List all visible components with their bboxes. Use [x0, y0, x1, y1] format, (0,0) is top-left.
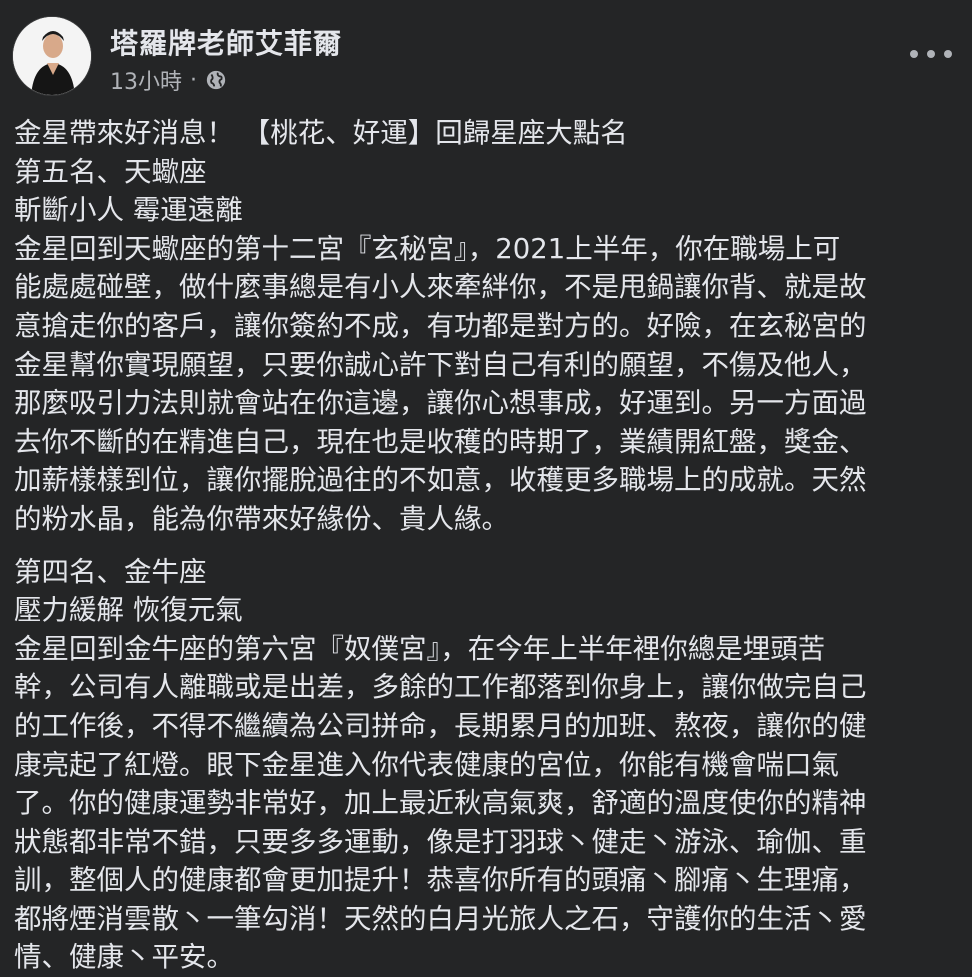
text-line: 了。你的健康運勢非常好，加上最近秋高氣爽，舒適的溫度使你的精神	[14, 787, 867, 820]
post-header: 塔羅牌老師艾菲爾 13小時 ·	[12, 16, 952, 100]
more-options-button[interactable]	[910, 40, 952, 68]
post-time[interactable]: 13小時	[110, 64, 182, 96]
dot-icon	[927, 50, 935, 58]
text-line: 康亮起了紅燈。眼下金星進入你代表健康的宮位，你能有機會喘口氣	[14, 748, 839, 781]
meta-separator: ·	[190, 67, 197, 93]
author-name[interactable]: 塔羅牌老師艾菲爾	[110, 22, 342, 62]
text-line: 去你不斷的在精進自己，現在也是收穫的時期了，業績開紅盤，獎金、	[14, 425, 867, 458]
text-line: 金星回到天蠍座的第十二宮『玄秘宮』，2021上半年，你在職場上可	[14, 232, 841, 265]
text-line: 第四名、金牛座	[14, 555, 207, 588]
globe-icon[interactable]	[205, 69, 227, 91]
paragraph-scorpio: 金星帶來好消息！ 【桃花、好運】回歸星座大點名 第五名、天蠍座 斬斷小人 霉運遠…	[14, 114, 954, 539]
text-line: 訓，整個人的健康都會更加提升！恭喜你所有的頭痛丶腳痛丶生理痛，	[14, 864, 867, 897]
facebook-post: 塔羅牌老師艾菲爾 13小時 · 金星帶來好消息！ 【桃花、好運】回歸星座大點名 …	[0, 0, 972, 974]
post-meta: 13小時 ·	[110, 64, 227, 96]
text-line: 都將煙消雲散丶一筆勾消！天然的白月光旅人之石，守護你的生活丶愛	[14, 902, 867, 935]
text-line: 幹，公司有人離職或是出差，多餘的工作都落到你身上，讓你做完自己	[14, 671, 867, 704]
paragraph-taurus: 第四名、金牛座 壓力緩解 恢復元氣 金星回到金牛座的第六宮『奴僕宮』，在今年上半…	[14, 553, 954, 977]
text-line: 的工作後，不得不繼續為公司拼命，長期累月的加班、熬夜，讓你的健	[14, 709, 867, 742]
author-avatar[interactable]	[12, 16, 92, 96]
text-line: 意搶走你的客戶，讓你簽約不成，有功都是對方的。好險，在玄秘宮的	[14, 309, 867, 342]
text-line: 第五名、天蠍座	[14, 155, 207, 188]
text-line: 狀態都非常不錯，只要多多運動，像是打羽球丶健走丶游泳、瑜伽、重	[14, 825, 867, 858]
text-line: 那麼吸引力法則就會站在你這邊，讓你心想事成，好運到。另一方面過	[14, 387, 867, 420]
text-line: 能處處碰壁，做什麼事總是有小人來牽絆你，不是甩鍋讓你背、就是故	[14, 271, 867, 304]
text-line: 斬斷小人 霉運遠離	[14, 194, 243, 227]
text-line: 壓力緩解 恢復元氣	[14, 594, 243, 627]
text-line: 金星幫你實現願望，只要你誠心許下對自己有利的願望，不傷及他人，	[14, 348, 867, 381]
text-line: 情、健康丶平安。	[14, 941, 234, 974]
text-line: 加薪樣樣到位，讓你擺脫過往的不如意，收穫更多職場上的成就。天然	[14, 464, 867, 497]
dot-icon	[944, 50, 952, 58]
avatar-portrait-icon	[13, 17, 91, 95]
dot-icon	[910, 50, 918, 58]
text-line: 金星帶來好消息！ 【桃花、好運】回歸星座大點名	[14, 117, 628, 149]
text-line: 的粉水晶，能為你帶來好緣份、貴人緣。	[14, 502, 509, 535]
post-body: 金星帶來好消息！ 【桃花、好運】回歸星座大點名 第五名、天蠍座 斬斷小人 霉運遠…	[14, 114, 954, 977]
text-line: 金星回到金牛座的第六宮『奴僕宮』，在今年上半年裡你總是埋頭苦	[14, 632, 826, 665]
